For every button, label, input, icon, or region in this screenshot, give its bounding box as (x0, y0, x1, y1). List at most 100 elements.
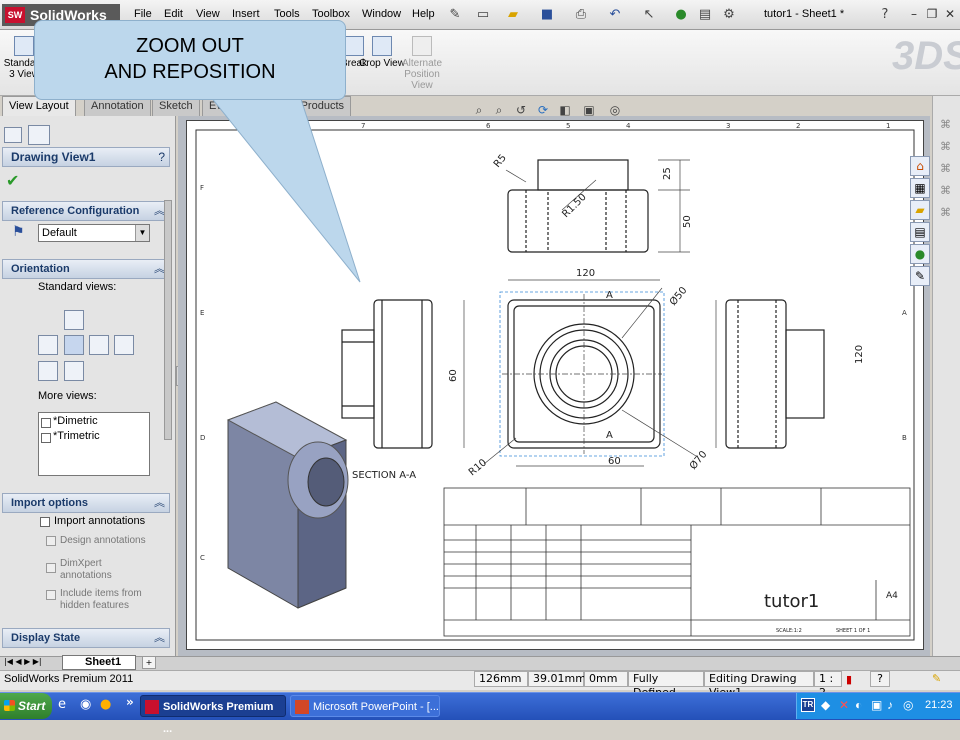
restore-icon[interactable]: ❐ (924, 6, 940, 22)
close-icon[interactable]: ✕ (942, 6, 958, 22)
menu-view[interactable]: View (196, 8, 220, 20)
add-sheet-icon[interactable]: + (142, 656, 156, 669)
hidden-features-checkbox[interactable] (46, 590, 56, 600)
appearances-icon[interactable]: ● (910, 244, 930, 264)
titleblock-scale: SCALE:1:2 (776, 628, 802, 634)
dropdown-arrow-icon[interactable]: ▼ (135, 225, 149, 241)
task-pane-icon[interactable]: ⌘ (940, 184, 954, 198)
design-annotations-checkbox[interactable] (46, 536, 56, 546)
help-question-icon[interactable]: ? (158, 148, 165, 166)
view-palette-icon[interactable]: ▤ (910, 222, 930, 242)
new-document-icon[interactable]: ▭ (474, 6, 492, 24)
import-options-header[interactable]: Import options ︽ (2, 493, 170, 513)
tray-icon[interactable]: ◎ (903, 698, 913, 712)
panel-scrollbar[interactable] (164, 200, 172, 440)
isometric-view-icon[interactable] (38, 361, 58, 381)
media-player-icon[interactable]: ◉ (80, 697, 91, 712)
system-tray: TR ◆ ✕ ◐ ▣ ♪ ◎ 21:23 (796, 693, 960, 719)
search-help-icon[interactable]: ? (876, 6, 894, 24)
tray-icon[interactable]: ◆ (821, 698, 830, 712)
minimize-icon[interactable]: – (906, 6, 922, 22)
reference-configuration-select[interactable]: Default ▼ (38, 224, 150, 242)
save-icon[interactable]: ■ (538, 6, 556, 24)
options-icon[interactable]: ⚙ (720, 6, 738, 24)
task-pane-icon[interactable]: ⌘ (940, 206, 954, 220)
property-manager-tab-icon[interactable] (28, 125, 50, 145)
tray-icon[interactable]: ▣ (871, 698, 882, 712)
ie-icon[interactable]: e (58, 697, 66, 712)
menu-toolbox[interactable]: Toolbox (312, 8, 350, 20)
alternate-position-view-button[interactable]: Alternate Position View (398, 36, 446, 91)
trimetric-label: *Trimetric (53, 430, 100, 442)
language-indicator[interactable]: TR (801, 698, 815, 712)
print-icon[interactable]: ⎙ (572, 6, 590, 24)
sheet1-tab[interactable]: Sheet1 (62, 655, 136, 670)
volume-icon[interactable]: ♪ (887, 698, 893, 712)
border-number: 1 (886, 122, 890, 130)
status-editing: Editing Drawing View1 (704, 671, 814, 699)
start-button[interactable]: Start (0, 693, 52, 719)
design-library-icon[interactable]: ▦ (910, 178, 930, 198)
home-icon[interactable]: ⌂ (910, 156, 930, 176)
file-properties-icon[interactable]: ▤ (696, 6, 714, 24)
alternate-position-icon (412, 36, 432, 56)
firefox-icon[interactable]: ● (100, 697, 111, 712)
select-icon[interactable]: ↖ (640, 6, 658, 24)
menu-window[interactable]: Window (362, 8, 401, 20)
menu-file[interactable]: File (134, 8, 152, 20)
start-label: Start (18, 699, 46, 713)
task-solidworks[interactable]: SolidWorks Premium ... (140, 695, 286, 735)
status-scale[interactable]: 1 : 2 (814, 671, 842, 699)
drawing-view-title-bar: Drawing View1 ? (2, 147, 170, 167)
orientation-header[interactable]: Orientation ︽ (2, 259, 170, 279)
pin-icon[interactable]: ✎ (446, 6, 464, 24)
custom-properties-icon[interactable]: ✎ (910, 266, 930, 286)
rebuild-status-icon[interactable]: ▮ (846, 673, 852, 686)
trimetric-checkbox[interactable] (41, 433, 51, 443)
isometric-part-view (226, 401, 349, 609)
task-pane-icon[interactable]: ⌘ (940, 118, 954, 132)
display-state-collapse-icon[interactable]: ︽ (154, 629, 165, 647)
feature-tree-tab-icon[interactable] (4, 127, 22, 143)
display-state-title: Display State (11, 632, 81, 644)
drawing-svg[interactable]: 8 7 6 5 4 3 2 1 F E D C B A R5 R1.50 25 … (186, 120, 924, 650)
menu-help[interactable]: Help (412, 8, 435, 20)
notes-icon[interactable]: ✎ (932, 672, 941, 685)
import-options-collapse-icon[interactable]: ︽ (154, 494, 165, 512)
border-number: 3 (726, 122, 730, 130)
task-powerpoint[interactable]: Microsoft PowerPoint - [... (290, 695, 440, 717)
rebuild-icon[interactable]: ● (672, 6, 690, 24)
menu-tools[interactable]: Tools (274, 8, 300, 20)
menu-edit[interactable]: Edit (164, 8, 183, 20)
quick-launch-chevron[interactable]: » (126, 695, 134, 709)
open-folder-icon[interactable]: ▰ (504, 6, 522, 24)
task-pane-icon[interactable]: ⌘ (940, 140, 954, 154)
bottom-view-icon[interactable] (64, 361, 84, 381)
front-view-icon[interactable] (64, 335, 84, 355)
undo-icon[interactable]: ↶ (606, 6, 624, 24)
section-arrow-a-bottom: A (606, 430, 613, 441)
top-view-icon[interactable] (64, 310, 84, 330)
menu-insert[interactable]: Insert (232, 8, 260, 20)
task-pane-bar (932, 96, 960, 676)
status-help[interactable]: ? (870, 671, 890, 687)
dimetric-checkbox[interactable] (41, 418, 51, 428)
sheet-nav-arrows-icon[interactable]: |◀ ◀ ▶ ▶| (4, 657, 42, 666)
import-annotations-checkbox[interactable] (40, 517, 50, 527)
dimxpert-annotations-checkbox[interactable] (46, 563, 56, 573)
right-view-icon[interactable] (89, 335, 109, 355)
task-pane-icon[interactable]: ⌘ (940, 162, 954, 176)
ok-checkmark-icon[interactable]: ✔ (6, 171, 19, 190)
section-arrow-a-top: A (606, 290, 613, 301)
reference-configuration-header[interactable]: Reference Configuration ︽ (2, 201, 170, 221)
border-letter: B (902, 434, 907, 442)
display-state-header[interactable]: Display State ︽ (2, 628, 170, 648)
left-view-icon[interactable] (38, 335, 58, 355)
status-app-name: SolidWorks Premium 2011 (4, 673, 134, 685)
file-explorer-icon[interactable]: ▰ (910, 200, 930, 220)
configuration-icon: ⚑ (12, 224, 25, 240)
back-view-icon[interactable] (114, 335, 134, 355)
tray-icon[interactable]: ◐ (855, 698, 862, 712)
network-warning-icon[interactable]: ✕ (839, 698, 849, 712)
dim-r10: R10 (467, 457, 489, 478)
